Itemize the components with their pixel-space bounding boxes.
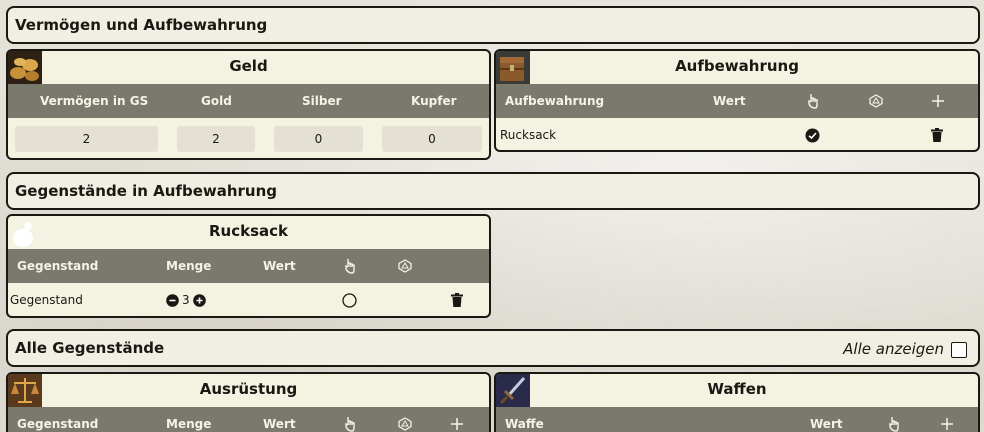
section-header-stored-items: Gegenstände in Aufbewahrung: [6, 172, 980, 210]
panel-title: Waffen: [707, 380, 767, 398]
equipment-column-header: Gegenstand Menge Wert: [8, 407, 489, 432]
column-header: Kupfer: [411, 94, 457, 108]
show-all-checkbox[interactable]: [951, 342, 967, 358]
empty-circle-icon[interactable]: [342, 283, 357, 316]
backpack-panel: Rucksack Gegenstand Menge Wert Gegenstan…: [6, 214, 491, 318]
panel-title: Ausrüstung: [199, 380, 298, 398]
column-header: Gegenstand: [17, 417, 99, 431]
panel-title: Aufbewahrung: [675, 57, 799, 75]
column-header: Waffe: [505, 417, 544, 431]
dice-icon: [398, 249, 412, 283]
column-header: Gold: [201, 94, 232, 108]
section-header-wealth: Vermögen und Aufbewahrung: [6, 6, 980, 44]
quantity-value: 3: [182, 293, 190, 307]
section-title: Gegenstände in Aufbewahrung: [15, 182, 278, 200]
column-header: Wert: [263, 259, 296, 273]
silver-field[interactable]: 0: [274, 126, 363, 152]
check-circle-icon[interactable]: [805, 118, 820, 150]
wealth-in-gold-field[interactable]: 2: [15, 126, 158, 152]
add-equipment-button[interactable]: [450, 407, 464, 432]
column-header: Wert: [810, 417, 843, 431]
money-panel: Geld Vermögen in GS Gold Silber Kupfer 2…: [6, 49, 491, 160]
copper-field[interactable]: 0: [382, 126, 482, 152]
column-header: Menge: [166, 259, 212, 273]
section-header-all-items: Alle Gegenstände Alle anzeigen: [6, 329, 980, 367]
show-all-label: Alle anzeigen: [843, 340, 944, 358]
hand-pointer-icon: [343, 249, 357, 283]
column-header: Aufbewahrung: [505, 94, 605, 108]
column-header: Silber: [302, 94, 342, 108]
panel-title: Rucksack: [208, 222, 288, 240]
gold-field[interactable]: 2: [177, 126, 255, 152]
storage-column-header: Aufbewahrung Wert: [496, 84, 978, 118]
column-header: Menge: [166, 417, 212, 431]
weapons-panel: Waffen Waffe Wert: [494, 372, 980, 432]
dice-icon: [869, 84, 883, 118]
money-column-header: Vermögen in GS Gold Silber Kupfer: [8, 84, 489, 118]
dice-icon: [398, 407, 412, 432]
section-title: Vermögen und Aufbewahrung: [15, 16, 268, 34]
storage-row-name[interactable]: Rucksack: [500, 118, 556, 150]
column-header: Wert: [263, 417, 296, 431]
backpack-column-header: Gegenstand Menge Wert: [8, 249, 489, 283]
hand-pointer-icon: [806, 84, 820, 118]
storage-panel: Aufbewahrung Aufbewahrung Wert Rucksack: [494, 49, 980, 152]
item-row-name[interactable]: Gegenstand: [10, 283, 83, 316]
quantity-stepper: 3: [166, 283, 206, 316]
plus-circle-icon[interactable]: [192, 293, 206, 307]
weapons-column-header: Waffe Wert: [496, 407, 978, 432]
equipment-panel: Ausrüstung Gegenstand Menge Wert: [6, 372, 491, 432]
section-title: Alle Gegenstände: [15, 339, 165, 357]
add-weapon-button[interactable]: [940, 407, 954, 432]
panel-title: Geld: [229, 57, 268, 75]
hand-pointer-icon: [887, 407, 901, 432]
trash-icon[interactable]: [931, 118, 943, 150]
column-header: Wert: [713, 94, 746, 108]
column-header: Gegenstand: [17, 259, 99, 273]
minus-circle-icon[interactable]: [166, 293, 179, 307]
hand-pointer-icon: [343, 407, 357, 432]
add-storage-button[interactable]: [931, 84, 945, 118]
column-header: Vermögen in GS: [40, 94, 149, 108]
trash-icon[interactable]: [451, 283, 463, 316]
